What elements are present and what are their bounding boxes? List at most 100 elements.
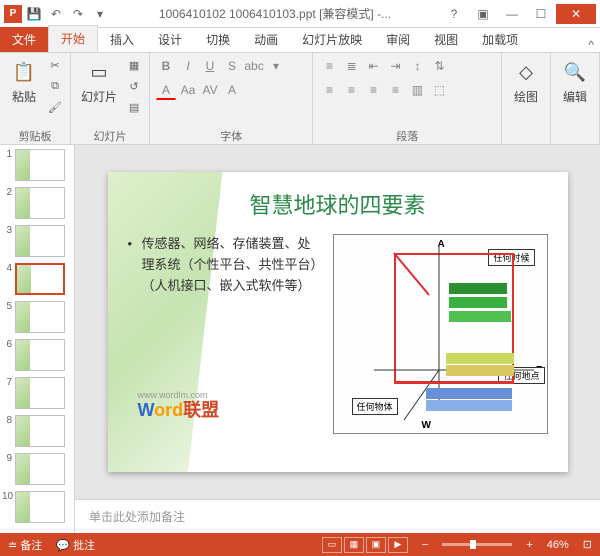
- tab-slideshow[interactable]: 幻灯片放映: [290, 27, 374, 52]
- save-icon[interactable]: 💾: [24, 4, 44, 24]
- editing-button[interactable]: 🔍 编辑: [557, 56, 593, 107]
- thumbnail-preview[interactable]: [15, 149, 65, 181]
- font-size-dropdown[interactable]: ▾: [266, 56, 286, 76]
- highlight-button[interactable]: Aa: [178, 80, 198, 100]
- group-slides-label: 幻灯片: [77, 128, 143, 142]
- smartart-button[interactable]: ⬚: [429, 80, 449, 100]
- ribbon-options-icon[interactable]: ▣: [469, 4, 497, 24]
- tab-file[interactable]: 文件: [0, 27, 48, 52]
- qat-more-icon[interactable]: ▾: [90, 4, 110, 24]
- thumbnail-preview[interactable]: [15, 339, 65, 371]
- bullets-button[interactable]: ≡: [319, 56, 339, 76]
- watermark-ord: ord: [154, 400, 183, 420]
- shadow-button[interactable]: abc: [244, 56, 264, 76]
- section-icon[interactable]: ▤: [125, 98, 143, 116]
- notes-pane[interactable]: 单击此处添加备注: [75, 499, 600, 533]
- reading-view-button[interactable]: ▣: [366, 537, 386, 553]
- underline-button[interactable]: U: [200, 56, 220, 76]
- layout-icon[interactable]: ▦: [125, 56, 143, 74]
- reset-icon[interactable]: ↺: [125, 77, 143, 95]
- thumbnail-preview[interactable]: [15, 491, 65, 523]
- zoom-in-button[interactable]: +: [526, 539, 532, 551]
- thumbnail-preview[interactable]: [15, 225, 65, 257]
- tab-review[interactable]: 审阅: [374, 27, 422, 52]
- thumbnail-4[interactable]: 4: [2, 263, 72, 295]
- thumbnail-1[interactable]: 1: [2, 149, 72, 181]
- new-slide-label: 幻灯片: [81, 88, 117, 105]
- thumbnail-6[interactable]: 6: [2, 339, 72, 371]
- notes-toggle[interactable]: ≐ 备注: [8, 537, 42, 553]
- slide[interactable]: 智慧地球的四要素 传感器、网络、存储装置、处理系统（个性平台、共性平台）（人机接…: [108, 172, 568, 472]
- watermark-w: W: [138, 400, 155, 420]
- thumbnail-8[interactable]: 8: [2, 415, 72, 447]
- char-spacing-button[interactable]: AV: [200, 80, 220, 100]
- align-right-button[interactable]: ≡: [363, 80, 383, 100]
- bold-button[interactable]: B: [156, 56, 176, 76]
- normal-view-button[interactable]: ▭: [322, 537, 342, 553]
- workspace: 1 2 3 4 5 6 7 8 9 10 智慧地球的四要素 传感器、网络、存储装置、处理系统（个性…: [0, 145, 600, 533]
- text-direction-button[interactable]: ⇅: [429, 56, 449, 76]
- slide-area: 智慧地球的四要素 传感器、网络、存储装置、处理系统（个性平台、共性平台）（人机接…: [75, 145, 600, 499]
- strike-button[interactable]: S: [222, 56, 242, 76]
- redo-icon[interactable]: ↷: [68, 4, 88, 24]
- fit-window-button[interactable]: ⊡: [583, 538, 592, 551]
- slide-title[interactable]: 智慧地球的四要素: [128, 188, 548, 220]
- thumbnail-10[interactable]: 10: [2, 491, 72, 523]
- tab-design[interactable]: 设计: [146, 27, 194, 52]
- tab-view[interactable]: 视图: [422, 27, 470, 52]
- tab-home[interactable]: 开始: [48, 25, 98, 52]
- thumbnail-7[interactable]: 7: [2, 377, 72, 409]
- thumbnail-preview[interactable]: [15, 263, 65, 295]
- tab-insert[interactable]: 插入: [98, 27, 146, 52]
- tab-addins[interactable]: 加载项: [470, 27, 530, 52]
- thumbnail-preview[interactable]: [15, 301, 65, 333]
- paste-icon: 📋: [10, 58, 38, 86]
- indent-inc-button[interactable]: ⇥: [385, 56, 405, 76]
- clear-format-button[interactable]: A: [222, 80, 242, 100]
- minimize-icon[interactable]: —: [498, 4, 526, 24]
- align-left-button[interactable]: ≡: [319, 80, 339, 100]
- cut-icon[interactable]: ✂: [46, 56, 64, 74]
- format-painter-icon[interactable]: 🖌: [46, 98, 64, 116]
- zoom-slider[interactable]: [442, 543, 512, 546]
- group-paragraph: ≡ ≣ ⇤ ⇥ ↕ ⇅ ≡ ≡ ≡ ≡ ▥ ⬚ 段落: [313, 53, 502, 144]
- new-slide-button[interactable]: ▭ 幻灯片: [77, 56, 121, 107]
- font-color-button[interactable]: A: [156, 80, 176, 100]
- indent-dec-button[interactable]: ⇤: [363, 56, 383, 76]
- numbering-button[interactable]: ≣: [341, 56, 361, 76]
- italic-button[interactable]: I: [178, 56, 198, 76]
- diagram-bar-1: [449, 283, 507, 294]
- thumbnail-9[interactable]: 9: [2, 453, 72, 485]
- thumbnail-3[interactable]: 3: [2, 225, 72, 257]
- zoom-out-button[interactable]: −: [422, 539, 428, 551]
- thumbnail-preview[interactable]: [15, 453, 65, 485]
- justify-button[interactable]: ≡: [385, 80, 405, 100]
- help-icon[interactable]: ?: [440, 4, 468, 24]
- tab-transitions[interactable]: 切换: [194, 27, 242, 52]
- drawing-button[interactable]: ◇ 绘图: [508, 56, 544, 107]
- comments-toggle[interactable]: 💬 批注: [56, 537, 95, 553]
- slide-diagram[interactable]: A E W 任何时候 任何地点 任何物体: [333, 234, 548, 434]
- zoom-level[interactable]: 46%: [547, 539, 569, 551]
- group-clipboard-label: 剪贴板: [6, 128, 64, 142]
- thumbnail-panel[interactable]: 1 2 3 4 5 6 7 8 9 10: [0, 145, 75, 533]
- slideshow-view-button[interactable]: ▶: [388, 537, 408, 553]
- maximize-icon[interactable]: ☐: [527, 4, 555, 24]
- thumbnail-preview[interactable]: [15, 415, 65, 447]
- thumbnail-2[interactable]: 2: [2, 187, 72, 219]
- line-spacing-button[interactable]: ↕: [407, 56, 427, 76]
- ribbon-tabs: 文件 开始 插入 设计 切换 动画 幻灯片放映 审阅 视图 加载项 ^: [0, 28, 600, 53]
- thumbnail-5[interactable]: 5: [2, 301, 72, 333]
- sorter-view-button[interactable]: ▦: [344, 537, 364, 553]
- thumbnail-preview[interactable]: [15, 377, 65, 409]
- tab-animations[interactable]: 动画: [242, 27, 290, 52]
- diagram-bar-5: [446, 365, 514, 376]
- close-icon[interactable]: ✕: [556, 4, 596, 24]
- collapse-ribbon-icon[interactable]: ^: [582, 38, 600, 52]
- copy-icon[interactable]: ⧉: [46, 77, 64, 95]
- columns-button[interactable]: ▥: [407, 80, 427, 100]
- undo-icon[interactable]: ↶: [46, 4, 66, 24]
- paste-button[interactable]: 📋 粘贴: [6, 56, 42, 107]
- align-center-button[interactable]: ≡: [341, 80, 361, 100]
- thumbnail-preview[interactable]: [15, 187, 65, 219]
